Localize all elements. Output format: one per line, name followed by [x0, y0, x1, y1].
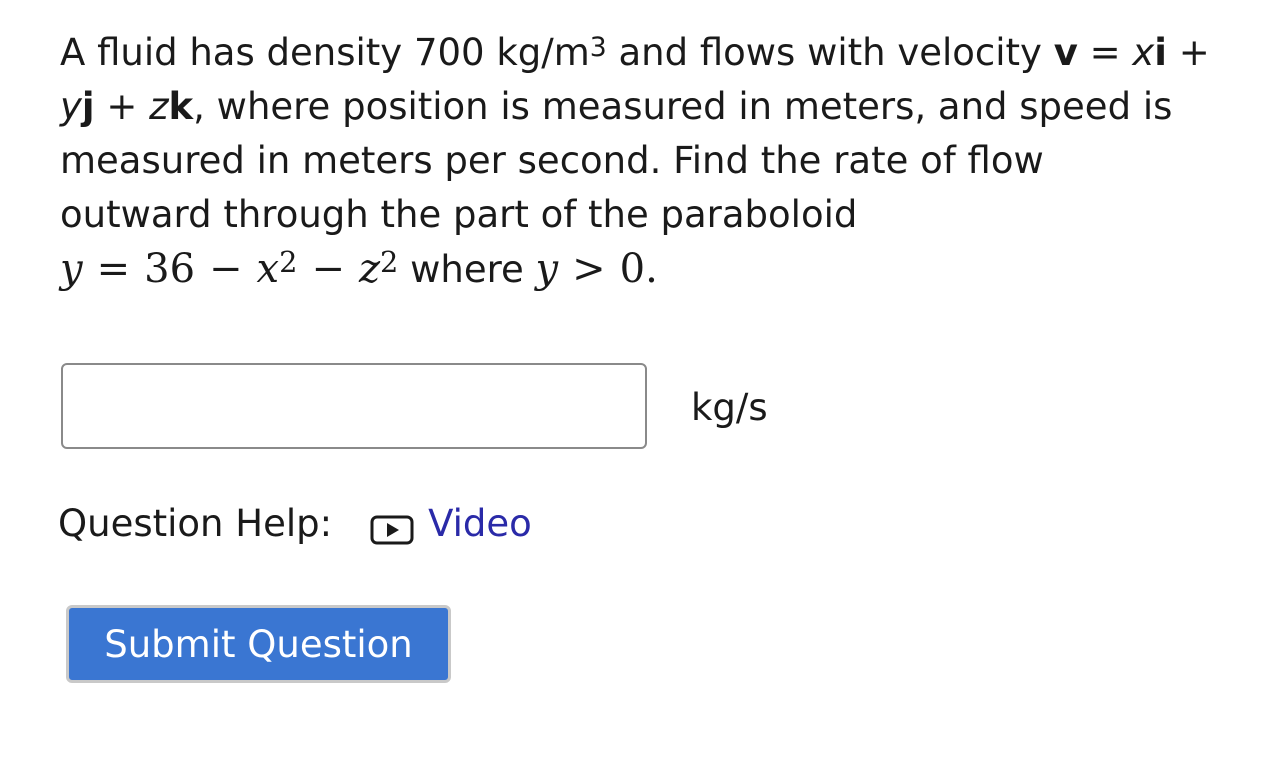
question-help: Question Help: Video	[58, 500, 532, 548]
paraboloid-equation: y = 36− x2− z2 where y >0.	[60, 244, 658, 292]
question-line-4: outward through the part of the parabolo…	[60, 193, 858, 236]
question-line-3: measured in meters per second. Find the …	[60, 139, 1044, 182]
submit-question-button[interactable]: Submit Question	[66, 605, 451, 683]
question-help-label: Question Help:	[58, 502, 333, 545]
answer-input[interactable]	[61, 363, 647, 449]
question-text: A fluid has density 700 kg/m3 and flows …	[60, 26, 1240, 297]
video-link[interactable]: Video	[370, 500, 532, 548]
vector-v: v	[1053, 31, 1078, 74]
question-line-1: A fluid has density 700 kg/m3 and flows …	[60, 31, 1210, 74]
video-link-label: Video	[428, 502, 532, 545]
superscript-3: 3	[589, 31, 607, 63]
question-line-2: yj + zk, where position is measured in m…	[60, 85, 1173, 128]
unit-vector-i: i	[1154, 31, 1167, 74]
unit-vector-k: k	[168, 85, 194, 128]
unit-label: kg/s	[691, 386, 768, 429]
play-icon	[370, 509, 414, 545]
unit-vector-j: j	[81, 85, 95, 128]
